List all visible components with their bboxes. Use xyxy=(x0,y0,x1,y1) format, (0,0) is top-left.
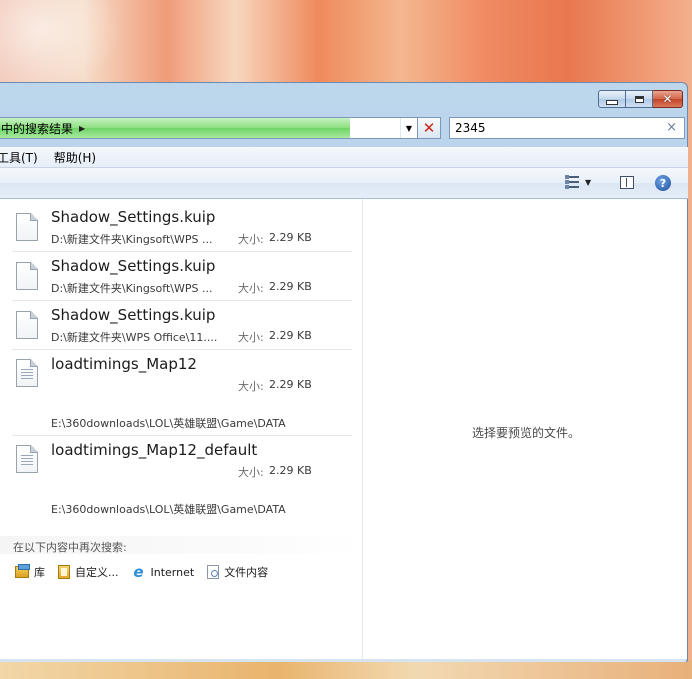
views-icon xyxy=(565,175,579,189)
library-icon xyxy=(15,564,30,578)
address-bar[interactable]: 中的搜索结果 ▶ ▼ xyxy=(0,117,418,139)
close-icon: ✕ xyxy=(662,92,673,106)
search-again-library-link[interactable]: 库 xyxy=(15,564,45,580)
search-again-header: 在以下内容中再次搜索: xyxy=(0,536,360,554)
search-box[interactable]: × xyxy=(449,117,685,139)
file-path: D:\新建文件夹\WPS Office\11.... xyxy=(51,331,218,344)
minimize-button[interactable] xyxy=(598,90,626,108)
sogou-logo-icon xyxy=(512,592,548,628)
file-name: loadtimings_Map12_default xyxy=(51,441,258,459)
custom-folder-icon xyxy=(58,565,70,579)
file-size-label: 大小: xyxy=(238,466,264,479)
watermark-brand: 搜狗指南 xyxy=(552,600,652,628)
internet-explorer-icon: e xyxy=(133,563,144,581)
file-size: 2.29 KB xyxy=(269,280,312,293)
search-again-title: 在以下内容中再次搜索: xyxy=(13,541,127,554)
navigation-bar: 中的搜索结果 ▶ ▼ ✕ × xyxy=(0,117,688,139)
command-bar: ▼ ? xyxy=(0,168,688,199)
file-size: 2.29 KB xyxy=(269,231,312,244)
file-name: loadtimings_Map12 xyxy=(51,355,197,373)
file-icon xyxy=(16,359,38,387)
file-size-label: 大小: xyxy=(238,380,264,393)
preview-pane-icon[interactable] xyxy=(620,176,634,189)
menu-bar: 工具(T) 帮助(H) xyxy=(0,147,688,168)
file-size: 2.29 KB xyxy=(269,378,312,391)
list-item[interactable]: Shadow_Settings.kuip D:\新建文件夹\WPS Office… xyxy=(12,301,352,350)
search-again-links: 库 自定义... e Internet 文件内容 xyxy=(15,564,268,580)
search-again-file-content-link[interactable]: 文件内容 xyxy=(207,564,268,580)
caption-buttons: ✕ xyxy=(598,90,683,108)
status-bar xyxy=(0,659,686,662)
file-size-label: 大小: xyxy=(238,282,264,295)
clear-search-icon[interactable]: × xyxy=(666,120,677,135)
minimize-icon xyxy=(606,99,618,105)
file-path: E:\360downloads\LOL\英雄联盟\Game\DATA xyxy=(51,503,286,516)
file-size: 2.29 KB xyxy=(269,329,312,342)
list-item[interactable]: Shadow_Settings.kuip D:\新建文件夹\Kingsoft\W… xyxy=(12,252,352,301)
file-name: Shadow_Settings.kuip xyxy=(51,208,216,226)
file-size: 2.29 KB xyxy=(269,464,312,477)
help-icon[interactable]: ? xyxy=(655,175,671,191)
search-again-section: 在以下内容中再次搜索: 库 自定义... e Internet 文件内容 xyxy=(0,536,360,616)
list-item[interactable]: Shadow_Settings.kuip D:\新建文件夹\Kingsoft\W… xyxy=(12,203,352,252)
file-name: Shadow_Settings.kuip xyxy=(51,257,216,275)
preview-message: 选择要预览的文件。 xyxy=(472,426,581,440)
link-label: 自定义... xyxy=(75,566,119,579)
link-label: 文件内容 xyxy=(224,566,269,579)
content-area: Shadow_Settings.kuip D:\新建文件夹\Kingsoft\W… xyxy=(0,199,687,659)
watermark-url: zhinan.sogou.com xyxy=(515,636,650,651)
search-again-custom-link[interactable]: 自定义... xyxy=(58,564,119,580)
close-button[interactable]: ✕ xyxy=(653,90,683,108)
search-results-list: Shadow_Settings.kuip D:\新建文件夹\Kingsoft\W… xyxy=(0,199,362,659)
chevron-down-icon[interactable]: ▼ xyxy=(585,178,591,187)
watermark: 搜狗指南 zhinan.sogou.com xyxy=(512,592,672,656)
list-item[interactable]: loadtimings_Map12_default 大小: 2.29 KB E:… xyxy=(12,436,352,521)
file-icon xyxy=(16,445,38,473)
maximize-icon xyxy=(634,95,644,103)
stop-icon: ✕ xyxy=(422,119,436,137)
file-name: Shadow_Settings.kuip xyxy=(51,306,216,324)
file-path: D:\新建文件夹\Kingsoft\WPS ... xyxy=(51,233,213,246)
stop-search-button[interactable]: ✕ xyxy=(418,117,441,139)
explorer-window: ✕ 中的搜索结果 ▶ ▼ ✕ × 工具(T) 帮助(H) ▼ ? Shadow_ xyxy=(0,82,688,662)
file-size-label: 大小: xyxy=(238,233,264,246)
preview-pane: 选择要预览的文件。 xyxy=(362,199,687,659)
file-size-label: 大小: xyxy=(238,331,264,344)
breadcrumb-arrow-icon[interactable]: ▶ xyxy=(79,124,85,133)
taskbar-edge xyxy=(0,660,692,679)
search-input[interactable] xyxy=(455,121,655,135)
list-item[interactable]: loadtimings_Map12 大小: 2.29 KB E:\360down… xyxy=(12,350,352,436)
maximize-button[interactable] xyxy=(626,90,653,108)
breadcrumb[interactable]: 中的搜索结果 xyxy=(0,120,73,137)
chevron-down-icon[interactable]: ▼ xyxy=(400,118,417,138)
search-again-internet-link[interactable]: e Internet xyxy=(132,563,195,581)
file-path: E:\360downloads\LOL\英雄联盟\Game\DATA xyxy=(51,417,286,430)
change-view-button[interactable]: ▼ xyxy=(565,175,591,189)
link-label: 库 xyxy=(34,566,45,579)
menu-help[interactable]: 帮助(H) xyxy=(54,149,104,166)
file-path: D:\新建文件夹\Kingsoft\WPS ... xyxy=(51,282,213,295)
file-content-icon xyxy=(207,565,220,579)
file-icon xyxy=(16,311,38,339)
link-label: Internet xyxy=(150,565,195,579)
file-icon xyxy=(16,262,38,290)
menu-tools[interactable]: 工具(T) xyxy=(0,149,46,166)
file-icon xyxy=(16,213,38,241)
